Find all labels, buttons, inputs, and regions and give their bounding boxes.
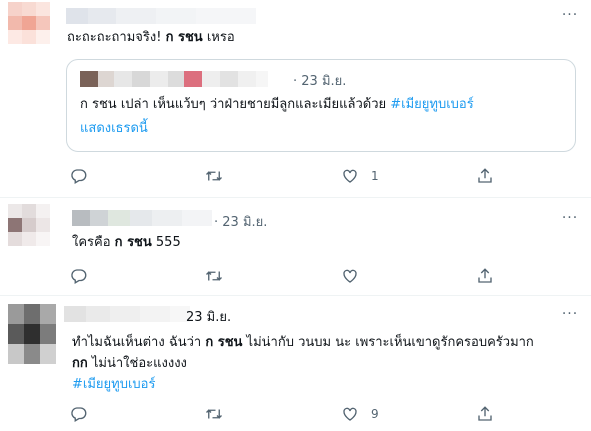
retweet-icon <box>205 167 223 185</box>
retweet-icon <box>205 267 223 285</box>
avatar[interactable] <box>8 2 50 44</box>
tweet-text-mention: ก รชน <box>165 30 203 45</box>
tweet-date[interactable]: 23 มิ.ย. <box>186 306 231 327</box>
author-name[interactable] <box>64 306 190 322</box>
author-name[interactable] <box>72 210 212 226</box>
tweet-text-line: ทำไมฉันเห็นต่าง ฉันว่า ก รชน ไม่น่ากับ ว… <box>72 332 534 353</box>
like-count: 9 <box>371 407 379 421</box>
tweet-text-line: กก ไม่น่าใช่อะแงงงง <box>72 353 534 374</box>
more-icon[interactable]: ··· <box>561 8 579 28</box>
like-icon <box>341 167 359 185</box>
more-icon[interactable]: ··· <box>561 211 579 231</box>
like-button[interactable] <box>341 266 359 286</box>
tweet-text: ถะถะถะถามจริง! ก รชน เหรอ <box>67 27 235 48</box>
like-count: 1 <box>371 169 379 183</box>
avatar[interactable] <box>8 204 50 246</box>
reply-button[interactable] <box>70 404 88 424</box>
tweet-2[interactable]: · 23 มิ.ย. ··· ใครคือ ก รชน 555 <box>0 198 591 296</box>
retweet-button[interactable] <box>205 266 223 286</box>
hashtag-link[interactable]: #เมียยูทูบเบอร์ <box>390 97 473 112</box>
tweet-text-part: ไม่น่าใช่อะแงงงง <box>87 356 187 371</box>
tweet-text: ทำไมฉันเห็นต่าง ฉันว่า ก รชน ไม่น่ากับ ว… <box>72 332 534 395</box>
tweet-3[interactable]: 23 มิ.ย. ··· ทำไมฉันเห็นต่าง ฉันว่า ก รช… <box>0 296 591 431</box>
tweet-text-mention: ก รชน <box>114 235 152 250</box>
like-icon <box>341 405 359 423</box>
tweet-actions <box>0 266 591 286</box>
retweet-button[interactable] <box>205 166 223 186</box>
tweet-text-part: ไม่น่ากับ วนบม นะ เพราะเห็นเขาดูรักครอบค… <box>242 335 534 350</box>
more-icon[interactable]: ··· <box>561 307 579 327</box>
tweet-text-part: 555 <box>151 235 181 250</box>
quote-text: ก รชน เปล่า เห็นแว้บๆ ว่าฝ่ายชายมีลูกและ… <box>80 94 474 115</box>
share-button[interactable] <box>476 404 494 424</box>
tweet-text-part: ใครคือ <box>72 235 115 250</box>
avatar[interactable] <box>8 304 56 364</box>
like-button[interactable]: 1 <box>341 166 379 186</box>
quoted-tweet[interactable]: · 23 มิ.ย. ก รชน เปล่า เห็นแว้บๆ ว่าฝ่าย… <box>66 59 576 152</box>
hashtag-link[interactable]: #เมียยูทูบเบอร์ <box>72 374 534 395</box>
share-button[interactable] <box>476 166 494 186</box>
reply-icon <box>70 267 88 285</box>
show-thread-link[interactable]: แสดงเธรดนี้ <box>80 118 148 139</box>
quote-date[interactable]: · 23 มิ.ย. <box>293 70 346 91</box>
tweet-date[interactable]: · 23 มิ.ย. <box>214 211 267 232</box>
tweet-text-bold: กก <box>72 356 88 371</box>
retweet-icon <box>205 405 223 423</box>
share-icon <box>476 405 494 423</box>
share-button[interactable] <box>476 266 494 286</box>
reply-icon <box>70 167 88 185</box>
tweet-text-part: ทำไมฉันเห็นต่าง ฉันว่า <box>72 335 206 350</box>
share-icon <box>476 167 494 185</box>
tweet-actions: 1 <box>0 166 591 186</box>
tweet-text-part: เหรอ <box>202 30 235 45</box>
author-name[interactable] <box>66 8 256 24</box>
quote-author-name[interactable] <box>80 71 268 87</box>
reply-button[interactable] <box>70 266 88 286</box>
reply-button[interactable] <box>70 166 88 186</box>
like-button[interactable]: 9 <box>341 404 379 424</box>
quote-text-part: ก รชน เปล่า เห็นแว้บๆ ว่าฝ่ายชายมีลูกและ… <box>80 97 391 112</box>
tweet-text-part: ถะถะถะถามจริง! <box>67 30 166 45</box>
tweet-1[interactable]: ··· ถะถะถะถามจริง! ก รชน เหรอ · 23 มิ.ย.… <box>0 0 591 198</box>
retweet-button[interactable] <box>205 404 223 424</box>
share-icon <box>476 267 494 285</box>
tweet-text: ใครคือ ก รชน 555 <box>72 232 181 253</box>
like-icon <box>341 267 359 285</box>
tweet-actions: 9 <box>0 404 591 424</box>
reply-icon <box>70 405 88 423</box>
tweet-text-mention: ก รชน <box>205 335 243 350</box>
